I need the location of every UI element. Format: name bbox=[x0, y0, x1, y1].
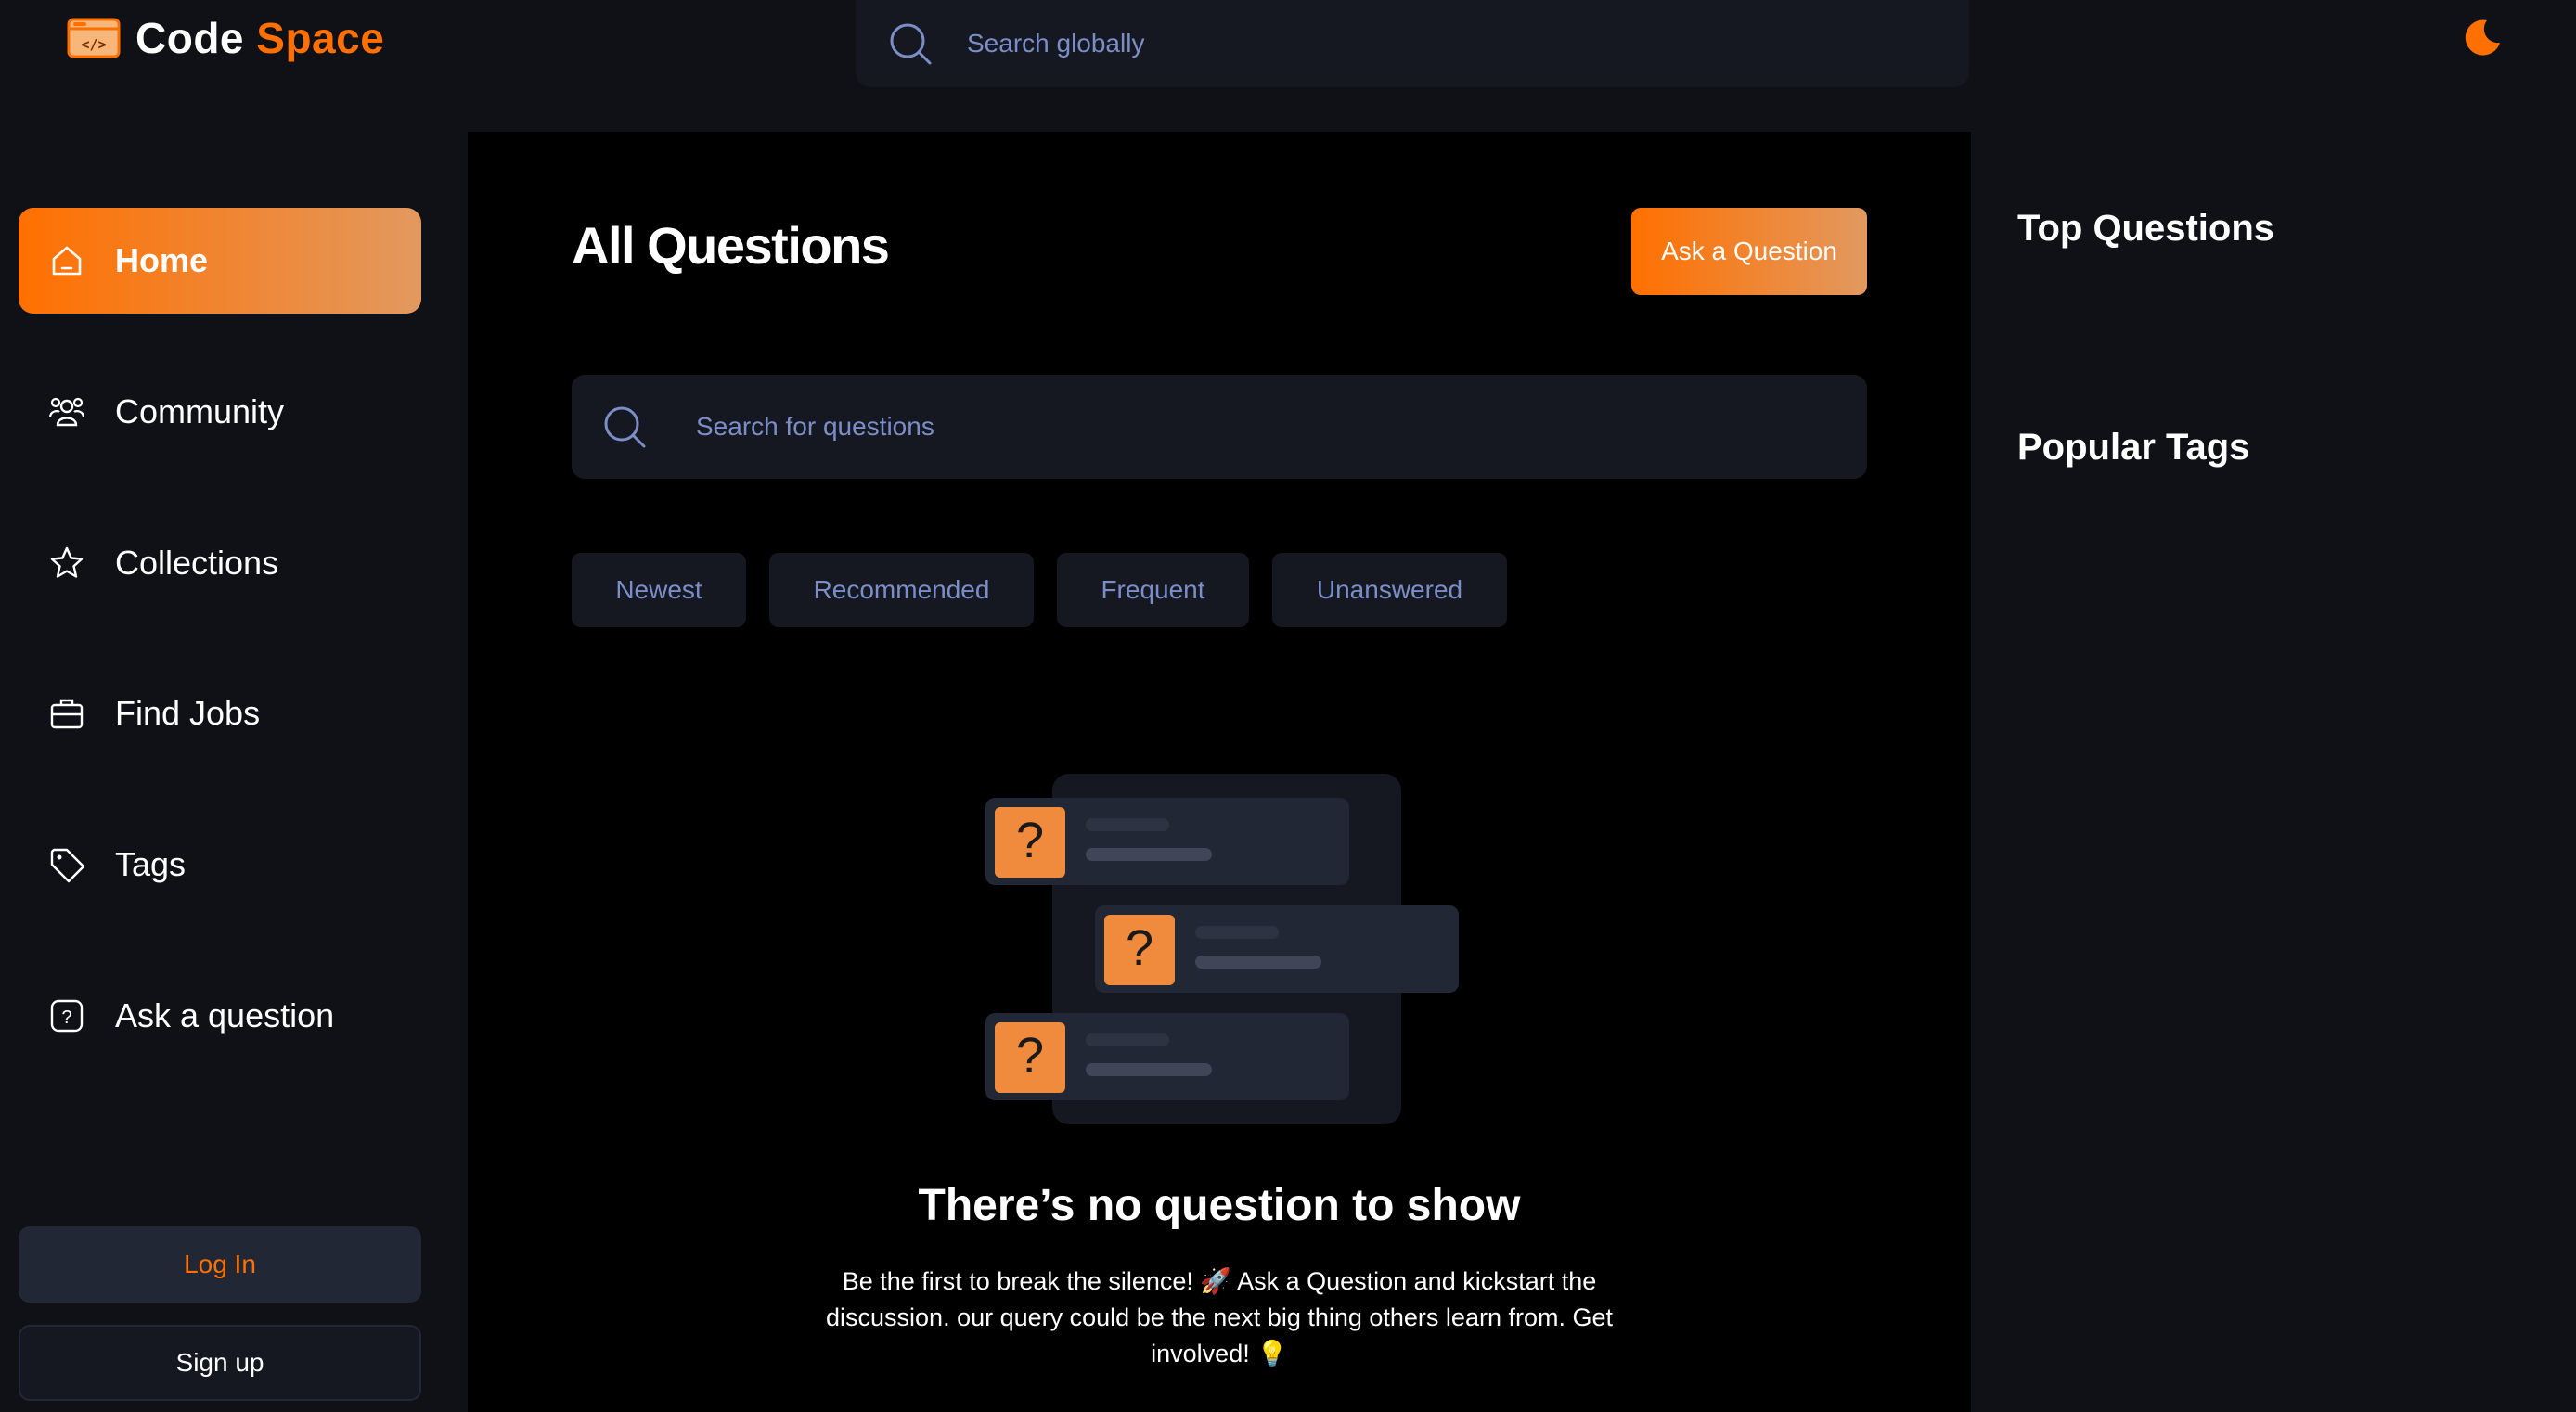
code-window-icon: </> bbox=[67, 18, 121, 58]
brand-name: Code Space bbox=[135, 14, 385, 62]
svg-text:?: ? bbox=[61, 1008, 71, 1028]
global-search-input[interactable] bbox=[967, 29, 1802, 58]
sidebar-item-label: Ask a question bbox=[115, 996, 335, 1034]
filter-recommended[interactable]: Recommended bbox=[769, 553, 1034, 627]
search-icon bbox=[604, 406, 646, 448]
star-icon bbox=[50, 546, 84, 578]
sidebar-item-label: Community bbox=[115, 392, 285, 430]
sidebar-item-community[interactable]: Community bbox=[19, 359, 421, 465]
svg-text:</>: </> bbox=[81, 36, 106, 53]
sidebar-item-find-jobs[interactable]: Find Jobs bbox=[19, 661, 421, 766]
logo[interactable]: </> Code Space bbox=[67, 13, 384, 63]
sidebar-item-tags[interactable]: Tags bbox=[19, 812, 421, 918]
signup-button[interactable]: Sign up bbox=[19, 1325, 421, 1401]
svg-text:?: ? bbox=[1016, 1028, 1044, 1084]
sidebar-item-ask-question[interactable]: ? Ask a question bbox=[19, 963, 421, 1069]
question-search bbox=[572, 375, 1867, 479]
page-title: All Questions bbox=[572, 216, 890, 275]
sidebar-item-home[interactable]: Home bbox=[19, 208, 421, 314]
empty-state-title: There’s no question to show bbox=[918, 1181, 1521, 1230]
sidebar-item-label: Tags bbox=[115, 845, 187, 883]
home-icon bbox=[52, 246, 82, 276]
right-sidebar: Top Questions Popular Tags bbox=[1971, 132, 2576, 1412]
briefcase-icon bbox=[50, 699, 84, 729]
empty-questions-illustration: ? ? ? bbox=[985, 774, 1459, 1124]
top-navbar: </> Code Space bbox=[0, 0, 2576, 132]
search-icon bbox=[890, 23, 932, 65]
tag-icon bbox=[50, 848, 85, 883]
login-button[interactable]: Log In bbox=[19, 1226, 421, 1303]
empty-state-description: Be the first to break the silence! 🚀 Ask… bbox=[826, 1267, 1613, 1367]
question-icon: ? bbox=[50, 999, 84, 1033]
sidebar-item-label: Find Jobs bbox=[115, 694, 261, 732]
global-search bbox=[856, 0, 1969, 87]
moon-icon[interactable] bbox=[2459, 15, 2504, 59]
filter-frequent[interactable]: Frequent bbox=[1057, 553, 1249, 627]
ask-question-button[interactable]: Ask a Question bbox=[1631, 208, 1867, 295]
filter-newest[interactable]: Newest bbox=[572, 553, 746, 627]
sidebar-item-label: Collections bbox=[115, 544, 279, 582]
users-icon bbox=[48, 397, 85, 427]
sidebar-item-label: Home bbox=[115, 241, 209, 279]
question-search-input[interactable] bbox=[696, 412, 1717, 442]
top-questions-heading: Top Questions bbox=[2017, 208, 2275, 249]
main-content: All Questions Ask a Question Newest Reco… bbox=[468, 132, 1971, 1412]
filter-unanswered[interactable]: Unanswered bbox=[1272, 553, 1507, 627]
popular-tags-heading: Popular Tags bbox=[2017, 427, 2250, 468]
svg-text:?: ? bbox=[1016, 813, 1044, 868]
svg-text:?: ? bbox=[1126, 920, 1153, 976]
sidebar-item-collections[interactable]: Collections bbox=[19, 510, 421, 616]
left-sidebar: Home Community Collections Find Jobs Tag… bbox=[0, 132, 468, 1412]
